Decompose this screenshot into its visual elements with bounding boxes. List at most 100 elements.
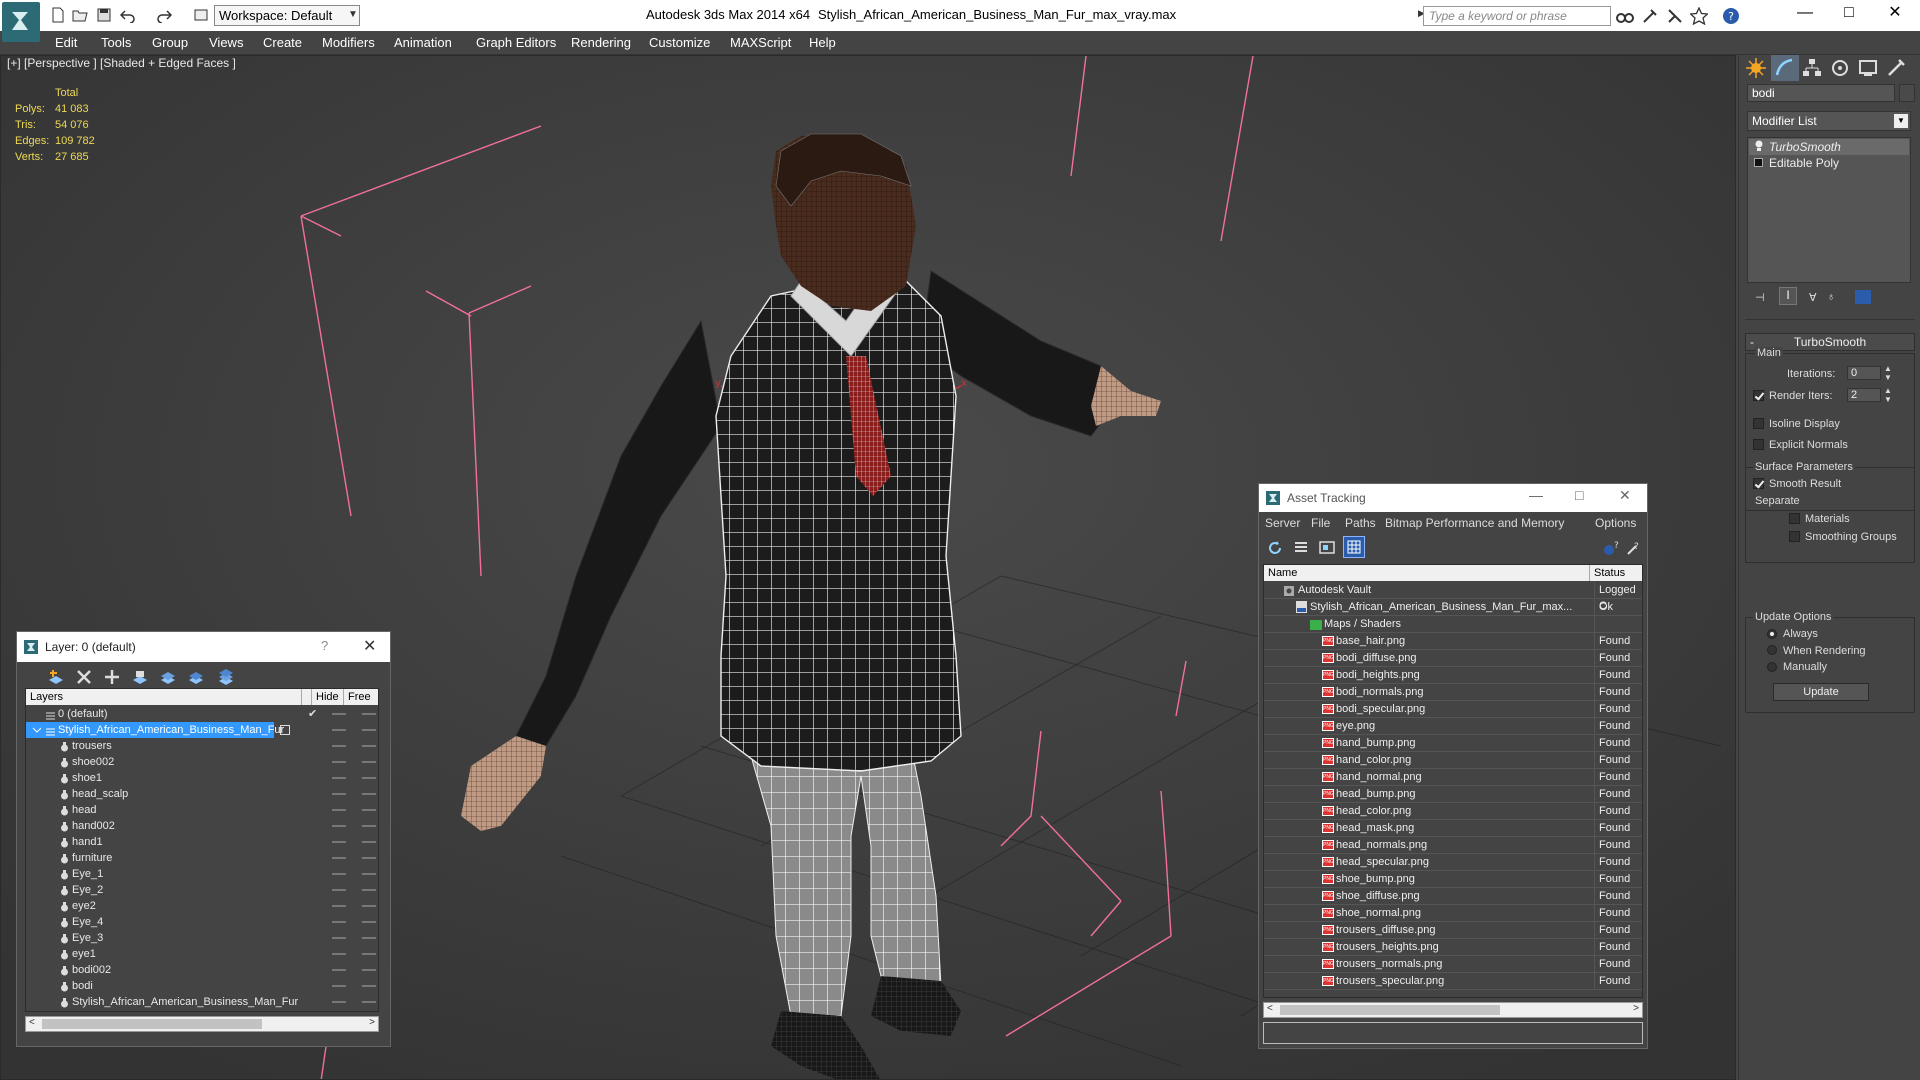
refresh-icon[interactable] xyxy=(1267,540,1283,556)
show-end-result-icon[interactable]: I xyxy=(1779,287,1797,305)
hide-toggle[interactable] xyxy=(332,921,346,923)
scrollbar-thumb[interactable] xyxy=(42,1019,262,1029)
layer-object-row[interactable]: eye2 xyxy=(26,898,378,914)
asset-row-map[interactable]: PNG hand_normal.png Found xyxy=(1264,769,1642,786)
table-view-icon[interactable] xyxy=(1343,536,1365,558)
create-tab-icon[interactable] xyxy=(1743,55,1771,81)
asset-row-map[interactable]: PNG head_mask.png Found xyxy=(1264,820,1642,837)
layer-object-row[interactable]: hand002 xyxy=(26,818,378,834)
asset-row-map[interactable]: PNG head_normals.png Found xyxy=(1264,837,1642,854)
select-highlighted-icon[interactable] xyxy=(187,668,205,686)
minimize-icon[interactable]: — xyxy=(1782,2,1828,26)
layer-object-row[interactable]: eye1 xyxy=(26,946,378,962)
highlight-layer-icon[interactable] xyxy=(159,668,177,686)
search-input[interactable]: Type a keyword or phrase xyxy=(1423,6,1611,26)
freeze-toggle[interactable] xyxy=(362,985,376,987)
freeze-toggle[interactable] xyxy=(362,905,376,907)
layer-object-row[interactable]: shoe1 xyxy=(26,770,378,786)
layer-object-row[interactable]: Stylish_African_American_Business_Man_Fu… xyxy=(26,994,378,1010)
manually-radio[interactable] xyxy=(1767,662,1777,672)
freeze-toggle[interactable] xyxy=(362,921,376,923)
thumbnail-view-icon[interactable] xyxy=(1319,540,1335,556)
menu-tools[interactable]: Tools xyxy=(101,31,131,55)
layer-object-row[interactable]: trousers xyxy=(26,738,378,754)
col-layers[interactable]: Layers xyxy=(26,689,302,705)
layer-window-titlebar[interactable]: Layer: 0 (default) ? ✕ xyxy=(17,632,390,662)
asset-row-map[interactable]: PNG bodi_normals.png Found xyxy=(1264,684,1642,701)
asset-row-map[interactable]: PNG bodi_heights.png Found xyxy=(1264,667,1642,684)
layer-object-row[interactable]: shoe002 xyxy=(26,754,378,770)
scrollbar-thumb[interactable] xyxy=(1280,1005,1500,1015)
binoculars-icon[interactable] xyxy=(1616,7,1634,25)
scroll-right-icon[interactable]: > xyxy=(1633,1003,1639,1014)
hide-toggle[interactable] xyxy=(332,729,346,731)
layer-object-row[interactable]: bodi002 xyxy=(26,962,378,978)
current-layer-box-icon[interactable] xyxy=(280,725,290,735)
vault-help-icon[interactable]: ? xyxy=(1603,540,1619,556)
subscription-icon[interactable] xyxy=(1641,7,1659,25)
explicit-normals-checkbox[interactable] xyxy=(1753,439,1764,450)
asset-row-map[interactable]: PNG trousers_diffuse.png Found xyxy=(1264,922,1642,939)
hide-toggle[interactable] xyxy=(332,777,346,779)
hide-toggle[interactable] xyxy=(332,905,346,907)
asset-row-map[interactable]: PNG trousers_specular.png Found xyxy=(1264,973,1642,990)
layer-object-row[interactable]: Eye_2 xyxy=(26,882,378,898)
hide-toggle[interactable] xyxy=(332,745,346,747)
menu-group[interactable]: Group xyxy=(152,31,188,55)
materials-checkbox[interactable] xyxy=(1789,513,1800,524)
make-unique-icon[interactable]: ∀ xyxy=(1809,291,1817,304)
freeze-toggle[interactable] xyxy=(362,841,376,843)
asset-window-titlebar[interactable]: Asset Tracking — □ ✕ xyxy=(1259,484,1647,512)
hide-toggle[interactable] xyxy=(332,825,346,827)
asset-row-vault[interactable]: Autodesk Vault Logged C xyxy=(1264,582,1642,612)
hide-toggle[interactable] xyxy=(332,1001,346,1003)
hide-toggle[interactable] xyxy=(332,793,346,795)
menu-help[interactable]: Help xyxy=(809,31,836,55)
asset-row-map[interactable]: PNG shoe_normal.png Found xyxy=(1264,905,1642,922)
freeze-toggle[interactable] xyxy=(362,809,376,811)
modify-tab-icon[interactable] xyxy=(1771,55,1799,81)
list-view-icon[interactable] xyxy=(1293,540,1309,556)
menu-graph-editors[interactable]: Graph Editors xyxy=(476,31,556,55)
close-icon[interactable]: ✕ xyxy=(1619,487,1631,504)
hide-toggle[interactable] xyxy=(332,953,346,955)
close-icon[interactable]: ✕ xyxy=(363,636,376,656)
hide-toggle[interactable] xyxy=(332,841,346,843)
help-icon[interactable]: ? xyxy=(1722,7,1740,25)
chevron-down-icon[interactable]: ▼ xyxy=(1894,114,1908,128)
asset-row-file[interactable]: Stylish_African_American_Business_Man_Fu… xyxy=(1264,599,1642,616)
render-iters-checkbox[interactable] xyxy=(1753,390,1764,401)
delete-layer-icon[interactable] xyxy=(75,668,93,686)
expand-icon[interactable] xyxy=(1754,158,1763,167)
freeze-toggle[interactable] xyxy=(362,793,376,795)
maximize-icon[interactable]: □ xyxy=(1826,2,1872,26)
smoothing-groups-checkbox[interactable] xyxy=(1789,531,1800,542)
hide-toggle[interactable] xyxy=(332,985,346,987)
col-status[interactable]: Status xyxy=(1590,565,1642,581)
hide-toggle[interactable] xyxy=(332,713,346,715)
layer-object-row[interactable]: Eye_3 xyxy=(26,930,378,946)
save-file-icon[interactable] xyxy=(96,7,112,23)
layer-object-row[interactable]: head_scalp xyxy=(26,786,378,802)
asset-row-map[interactable]: PNG hand_color.png Found xyxy=(1264,752,1642,769)
asset-row-map[interactable]: PNG head_specular.png Found xyxy=(1264,854,1642,871)
hide-toggle[interactable] xyxy=(332,809,346,811)
stack-item-editable-poly[interactable]: Editable Poly xyxy=(1749,155,1909,171)
when-rendering-radio[interactable] xyxy=(1767,645,1777,655)
help-button[interactable]: ? xyxy=(321,638,328,653)
menu-rendering[interactable]: Rendering xyxy=(571,31,631,55)
menu-paths[interactable]: Paths xyxy=(1345,516,1376,530)
minimize-icon[interactable]: — xyxy=(1529,487,1543,503)
asset-row-map[interactable]: PNG hand_bump.png Found xyxy=(1264,735,1642,752)
configure-modifier-sets-icon[interactable] xyxy=(1855,290,1871,304)
freeze-toggle[interactable] xyxy=(362,873,376,875)
remove-modifier-icon[interactable]: ♁ xyxy=(1827,291,1835,303)
create-layer-icon[interactable] xyxy=(47,668,65,686)
menu-views[interactable]: Views xyxy=(209,31,243,55)
freeze-toggle[interactable] xyxy=(362,777,376,779)
hide-toggle[interactable] xyxy=(332,969,346,971)
favorites-star-icon[interactable] xyxy=(1688,6,1710,26)
freeze-toggle[interactable] xyxy=(362,889,376,891)
hide-toggle[interactable] xyxy=(332,873,346,875)
freeze-toggle[interactable] xyxy=(362,953,376,955)
